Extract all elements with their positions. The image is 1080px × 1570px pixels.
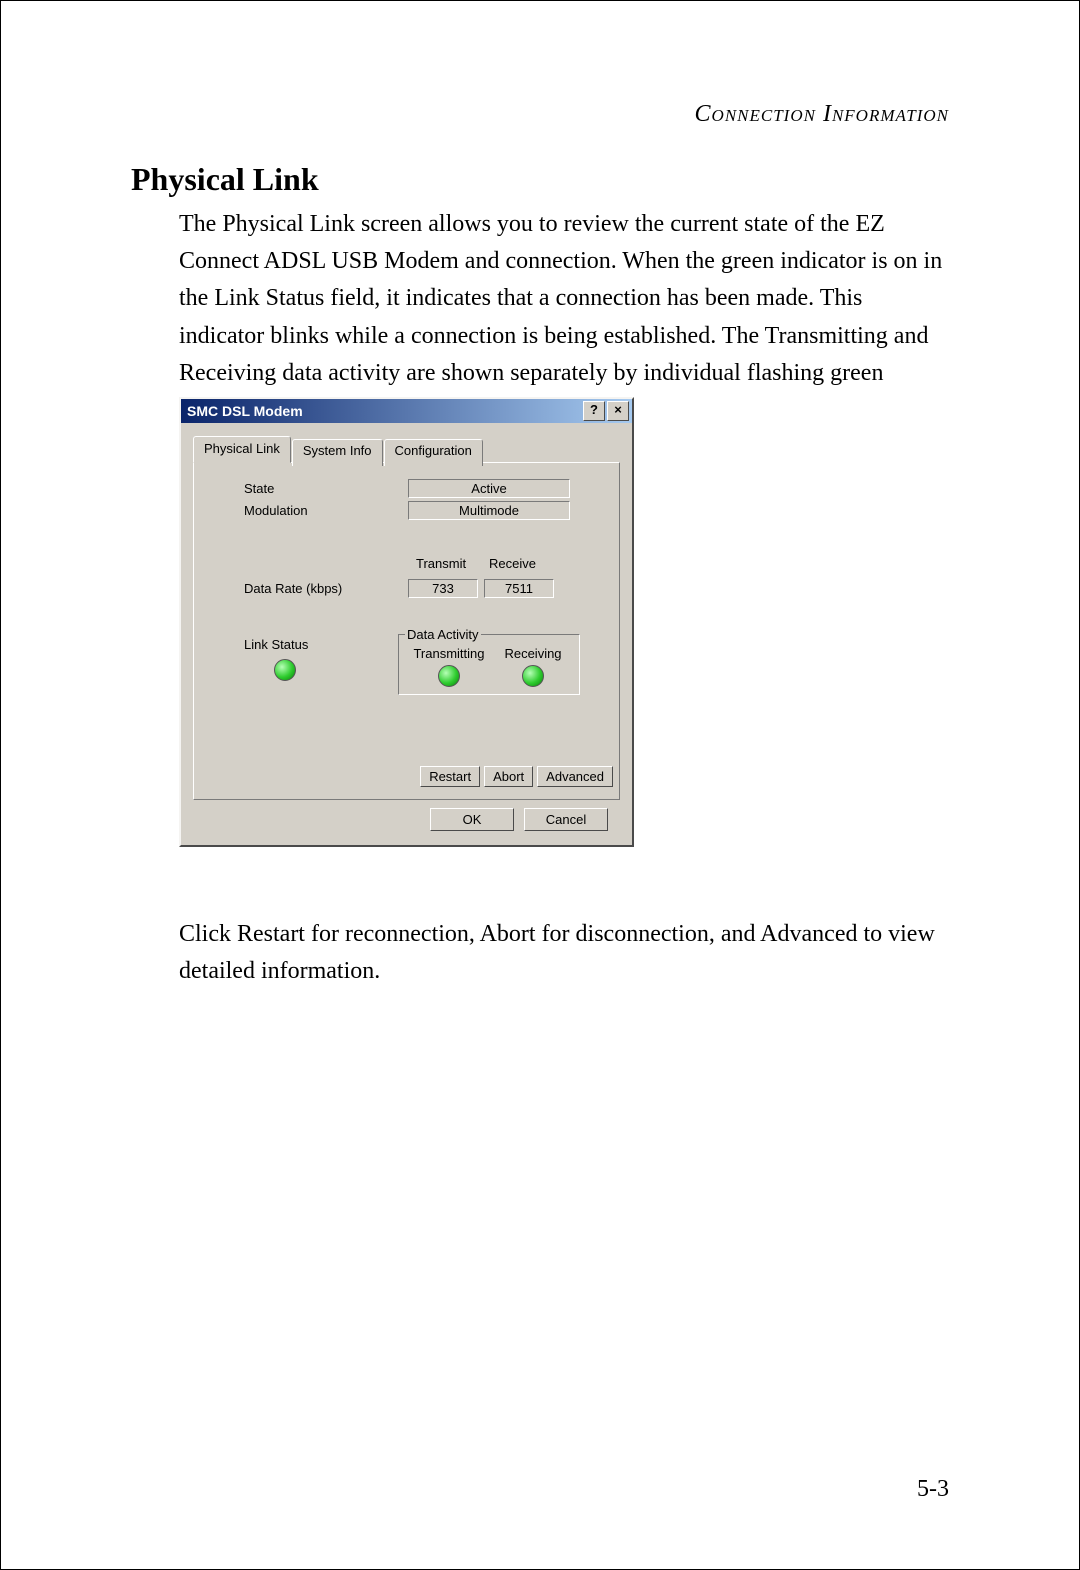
abort-button[interactable]: Abort [484,766,533,787]
receiving-led-icon [522,665,544,687]
tab-panel: State Modulation Active Multimode Transm… [193,462,620,800]
modulation-value: Multimode [408,501,570,520]
tab-strip: Physical Link System Info Configuration [193,437,620,464]
transmit-header: Transmit [416,556,466,571]
data-activity-group: Data Activity Transmitting Receiving [398,627,580,695]
close-button[interactable]: × [607,401,629,421]
modulation-label: Modulation [244,503,308,518]
receive-header: Receive [489,556,536,571]
state-label: State [244,481,274,496]
cancel-button[interactable]: Cancel [524,808,608,831]
tx-rate-value: 733 [408,579,478,598]
link-status-led-icon [274,659,296,681]
link-status-label: Link Status [244,637,308,652]
advanced-button[interactable]: Advanced [537,766,613,787]
receiving-label: Receiving [497,646,569,661]
tab-physical-link[interactable]: Physical Link [193,436,291,463]
help-button[interactable]: ? [583,401,605,421]
restart-button[interactable]: Restart [420,766,480,787]
section-body: The Physical Link screen allows you to r… [179,206,949,429]
rx-rate-value: 7511 [484,579,554,598]
section-after-text: Click Restart for reconnection, Abort fo… [179,916,949,990]
dialog-screenshot: SMC DSL Modem ? × Physical Link System I… [179,397,634,847]
modem-dialog: SMC DSL Modem ? × Physical Link System I… [179,397,634,847]
titlebar: SMC DSL Modem ? × [181,399,632,423]
state-value: Active [408,479,570,498]
tab-system-info[interactable]: System Info [292,439,383,466]
receiving-column: Receiving [497,646,569,690]
ok-button[interactable]: OK [430,808,514,831]
tab-configuration[interactable]: Configuration [384,439,483,466]
datarate-label: Data Rate (kbps) [244,581,342,596]
transmitting-column: Transmitting [409,646,489,690]
data-activity-legend: Data Activity [405,627,481,642]
running-header: Connection Information [695,101,949,128]
page-number: 5-3 [917,1476,949,1503]
window-title: SMC DSL Modem [187,403,303,419]
transmitting-led-icon [438,665,460,687]
section-title: Physical Link [131,161,319,198]
transmitting-label: Transmitting [409,646,489,661]
document-page: Connection Information Physical Link The… [0,0,1080,1570]
